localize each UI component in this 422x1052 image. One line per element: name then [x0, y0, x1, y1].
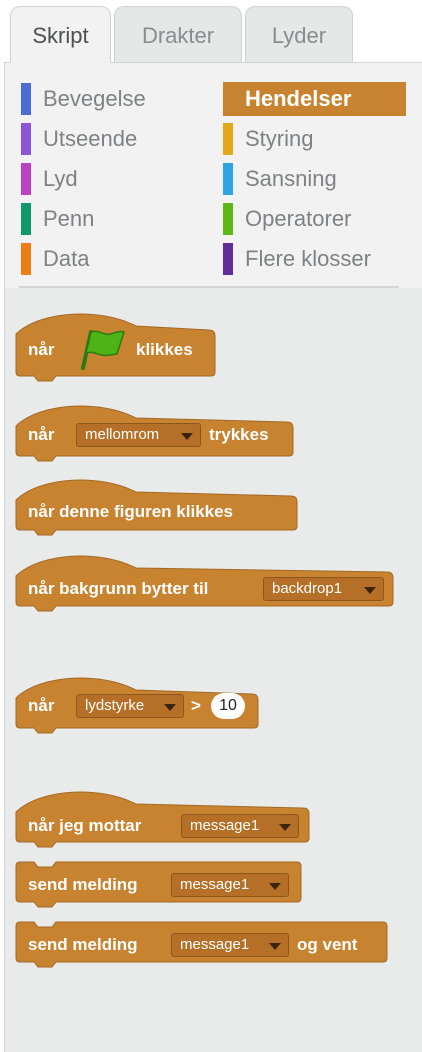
- block-text-when: når: [28, 425, 55, 444]
- category-sensing[interactable]: Sansning: [223, 162, 406, 196]
- block-text-pressed: trykkes: [209, 425, 269, 444]
- when-key-pressed-block[interactable]: når mellomrom trykkes: [15, 404, 294, 462]
- message-dropdown[interactable]: message1: [171, 933, 289, 957]
- chevron-down-icon: [279, 824, 291, 831]
- category-color-bar: [223, 123, 233, 155]
- category-color-bar: [223, 163, 233, 195]
- category-sound[interactable]: Lyd: [21, 162, 211, 196]
- when-backdrop-switches-block[interactable]: når bakgrunn bytter til backdrop1: [15, 550, 394, 612]
- block-text: send melding: [28, 935, 138, 954]
- chevron-down-icon: [364, 587, 376, 594]
- category-data[interactable]: Data: [21, 242, 211, 276]
- category-color-bar: [21, 243, 31, 275]
- category-label: Hendelser: [245, 86, 352, 111]
- category-label: Styring: [245, 126, 314, 151]
- threshold-input[interactable]: 10: [211, 693, 245, 719]
- message-dropdown-value: message1: [190, 817, 260, 834]
- sensor-dropdown[interactable]: lydstyrke: [76, 694, 184, 718]
- category-label: Penn: [43, 206, 95, 231]
- operator-greater-than: >: [191, 696, 201, 715]
- block-text: når denne figuren klikkes: [28, 502, 234, 521]
- category-motion[interactable]: Bevegelse: [21, 82, 211, 116]
- chevron-down-icon: [164, 704, 176, 711]
- category-label: Data: [43, 246, 90, 271]
- when-sensor-greater-block[interactable]: når lydstyrke > 10: [15, 668, 259, 734]
- message-dropdown[interactable]: message1: [171, 873, 289, 897]
- block-text-when: når: [28, 340, 55, 359]
- broadcast-and-wait-block[interactable]: send melding message1 og vent: [15, 921, 388, 968]
- category-color-bar: [21, 123, 31, 155]
- category-label: Utseende: [43, 126, 138, 151]
- tab-scripts[interactable]: Skript: [10, 6, 111, 63]
- key-dropdown[interactable]: mellomrom: [76, 423, 201, 447]
- category-pen[interactable]: Penn: [21, 202, 211, 236]
- category-label: Flere klosser: [245, 246, 371, 271]
- when-i-receive-block[interactable]: når jeg mottar message1: [15, 786, 310, 848]
- key-dropdown-value: mellomrom: [85, 426, 160, 443]
- category-color-bar: [21, 163, 31, 195]
- broadcast-block[interactable]: send melding message1: [15, 861, 302, 908]
- category-list: Bevegelse Hendelser Utseende Styring Lyd…: [5, 63, 422, 288]
- category-divider: [19, 286, 399, 288]
- chevron-down-icon: [269, 943, 281, 950]
- when-sprite-clicked-block[interactable]: når denne figuren klikkes: [15, 479, 298, 536]
- message-dropdown[interactable]: message1: [181, 814, 299, 838]
- category-label: Lyd: [43, 166, 78, 191]
- block-text: når jeg mottar: [28, 816, 142, 835]
- category-color-bar: [223, 203, 233, 235]
- category-events[interactable]: Hendelser: [223, 82, 406, 116]
- category-label: Operatorer: [245, 206, 352, 231]
- category-color-bar: [21, 203, 31, 235]
- category-color-bar: [21, 83, 31, 115]
- backdrop-dropdown-value: backdrop1: [272, 580, 343, 597]
- block-text-when: når: [28, 696, 55, 715]
- category-more-blocks[interactable]: Flere klosser: [223, 242, 406, 276]
- category-control[interactable]: Styring: [223, 122, 406, 156]
- block-text-clicked: klikkes: [136, 340, 193, 359]
- category-label: Sansning: [245, 166, 337, 191]
- block-text-and-wait: og vent: [297, 935, 358, 954]
- category-label: Bevegelse: [43, 86, 146, 111]
- sensor-dropdown-value: lydstyrke: [85, 697, 145, 714]
- category-looks[interactable]: Utseende: [21, 122, 211, 156]
- category-color-bar: [223, 83, 233, 115]
- message-dropdown-value: message1: [180, 936, 250, 953]
- tab-costumes[interactable]: Drakter: [114, 6, 242, 62]
- chevron-down-icon: [269, 883, 281, 890]
- block-text: når bakgrunn bytter til: [28, 579, 209, 598]
- tab-bar: Skript Drakter Lyder: [0, 0, 422, 63]
- category-color-bar: [223, 243, 233, 275]
- category-operators[interactable]: Operatorer: [223, 202, 406, 236]
- message-dropdown-value: message1: [180, 876, 250, 893]
- backdrop-dropdown[interactable]: backdrop1: [263, 577, 384, 601]
- when-flag-clicked-block[interactable]: når klikkes: [15, 306, 216, 382]
- chevron-down-icon: [181, 433, 193, 440]
- tab-sounds[interactable]: Lyder: [245, 6, 353, 62]
- block-text: send melding: [28, 875, 138, 894]
